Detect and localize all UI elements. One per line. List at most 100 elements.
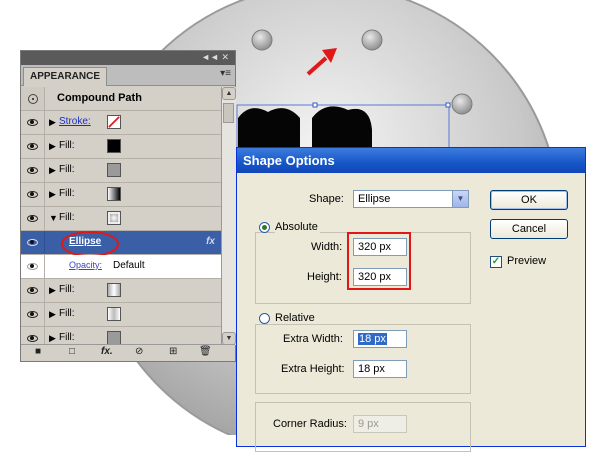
tab-appearance[interactable]: APPEARANCE [23, 67, 108, 86]
clear-appearance-icon[interactable]: □ [69, 346, 75, 357]
shape-options-dialog: Shape Options Shape: Ellipse ▼ Absolute … [236, 147, 586, 452]
absolute-radio[interactable] [259, 222, 270, 233]
fill-label: Fill: [59, 332, 75, 343]
visibility-toggle[interactable] [21, 207, 45, 230]
opacity-row[interactable]: Opacity: Default [21, 255, 221, 279]
scroll-up-icon[interactable]: ▲ [222, 87, 236, 100]
fill-label: Fill: [59, 212, 75, 223]
eye-icon [27, 191, 38, 198]
visibility-toggle[interactable] [21, 279, 45, 302]
preview-label: Preview [507, 255, 547, 267]
appearance-panel: ◄◄ ✕ APPEARANCE ▾≡ Compound Path ▶ Strok… [20, 50, 236, 362]
fill-row[interactable]: ▶ Fill: [21, 279, 221, 303]
fill-swatch[interactable] [107, 283, 121, 297]
add-effect-icon[interactable]: fx. [101, 346, 113, 357]
fill-swatch[interactable] [107, 211, 121, 225]
relative-radio[interactable] [259, 313, 270, 324]
target-icon-cell [21, 87, 45, 110]
appearance-header-row[interactable]: Compound Path [21, 87, 221, 111]
relative-label: Relative [275, 312, 317, 324]
fill-label: Fill: [59, 140, 75, 151]
expand-triangle-icon[interactable]: ▶ [49, 117, 56, 128]
dialog-title[interactable]: Shape Options [237, 148, 585, 173]
delete-item-icon[interactable]: 🗑 [199, 346, 212, 357]
panel-title-bar[interactable]: ◄◄ ✕ [21, 51, 235, 65]
stroke-row[interactable]: ▶ Stroke: [21, 111, 221, 135]
visibility-toggle[interactable] [21, 255, 45, 278]
expand-triangle-icon[interactable]: ▶ [49, 309, 56, 320]
fx-icon[interactable]: fx [206, 236, 215, 247]
cancel-button[interactable]: Cancel [490, 219, 568, 239]
panel-controls[interactable]: ◄◄ ✕ [201, 52, 229, 63]
collapse-triangle-icon[interactable]: ▼ [49, 213, 58, 223]
fill-row[interactable]: ▶ Fill: [21, 183, 221, 207]
appearance-list: Compound Path ▶ Stroke: ▶ Fill: ▶ Fill: … [21, 87, 221, 345]
width-label: Width: [311, 241, 343, 253]
stroke-none-swatch[interactable] [107, 115, 121, 129]
expand-triangle-icon[interactable]: ▶ [49, 285, 56, 296]
ellipse-effect-row[interactable]: Ellipse fx [21, 231, 221, 257]
eye-icon [27, 167, 38, 174]
visibility-toggle[interactable] [21, 135, 45, 158]
scroll-thumb[interactable] [223, 103, 234, 123]
fill-swatch[interactable] [107, 187, 121, 201]
fill-row[interactable]: ▶ Fill: [21, 135, 221, 159]
visibility-toggle[interactable] [21, 303, 45, 326]
bolt-icon [251, 29, 273, 51]
selection-handle [312, 102, 318, 108]
panel-tab-row: APPEARANCE ▾≡ [21, 65, 235, 86]
absolute-label: Absolute [275, 221, 320, 233]
new-art-basic-icon[interactable]: ■ [35, 346, 41, 357]
corner-radius-input[interactable]: 9 px [353, 415, 407, 433]
ok-button[interactable]: OK [490, 190, 568, 210]
fill-label: Fill: [59, 284, 75, 295]
panel-scrollbar[interactable]: ▲ ▼ [221, 87, 236, 345]
fill-swatch[interactable] [107, 139, 121, 153]
selection-handle [445, 102, 451, 108]
shape-select[interactable]: Ellipse ▼ [353, 190, 469, 208]
bolt-icon [451, 93, 473, 115]
height-label: Height: [307, 271, 342, 283]
extra-width-input[interactable]: 18 px [353, 330, 407, 348]
expand-triangle-icon[interactable]: ▶ [49, 165, 56, 176]
extra-height-input[interactable]: 18 px [353, 360, 407, 378]
opacity-value: Default [113, 260, 145, 271]
target-icon [27, 93, 38, 104]
visibility-toggle[interactable] [21, 159, 45, 182]
fill-row[interactable]: ▶ Fill: [21, 159, 221, 183]
corner-radius-label: Corner Radius: [273, 418, 347, 430]
extra-width-label: Extra Width: [283, 333, 343, 345]
panel-menu-icon[interactable]: ▾≡ [220, 68, 231, 79]
fill-label: Fill: [59, 188, 75, 199]
expand-triangle-icon[interactable]: ▶ [49, 189, 56, 200]
eye-icon [27, 287, 38, 294]
expand-triangle-icon[interactable]: ▶ [49, 333, 56, 344]
visibility-toggle[interactable] [21, 183, 45, 206]
eye-icon [27, 143, 38, 150]
eye-icon [27, 335, 38, 342]
fill-swatch[interactable] [107, 331, 121, 345]
eye-icon [27, 119, 38, 126]
eye-icon [27, 215, 38, 222]
duplicate-item-icon[interactable]: ⊞ [169, 346, 177, 357]
fill-row[interactable]: ▶ Fill: [21, 327, 221, 345]
reduce-basic-icon[interactable]: ⊘ [135, 346, 143, 357]
object-type-label: Compound Path [57, 92, 142, 104]
visibility-toggle[interactable] [21, 231, 45, 254]
opacity-label[interactable]: Opacity: [69, 260, 102, 270]
fill-swatch[interactable] [107, 307, 121, 321]
panel-bottom-toolbar: ■ □ fx. ⊘ ⊞ 🗑 [21, 344, 235, 361]
stroke-label[interactable]: Stroke: [59, 116, 91, 127]
bolt-icon [361, 29, 383, 51]
shape-select-value: Ellipse [358, 193, 391, 205]
fill-label: Fill: [59, 308, 75, 319]
expand-triangle-icon[interactable]: ▶ [49, 141, 56, 152]
fill-row[interactable]: ▶ Fill: [21, 303, 221, 327]
visibility-toggle[interactable] [21, 111, 45, 134]
extra-height-label: Extra Height: [281, 363, 345, 375]
fill-swatch[interactable] [107, 163, 121, 177]
visibility-toggle[interactable] [21, 327, 45, 345]
fill-row-expanded[interactable]: ▼ Fill: [21, 207, 221, 231]
chevron-down-icon[interactable]: ▼ [452, 191, 468, 207]
preview-checkbox[interactable]: ✓ [490, 256, 502, 268]
